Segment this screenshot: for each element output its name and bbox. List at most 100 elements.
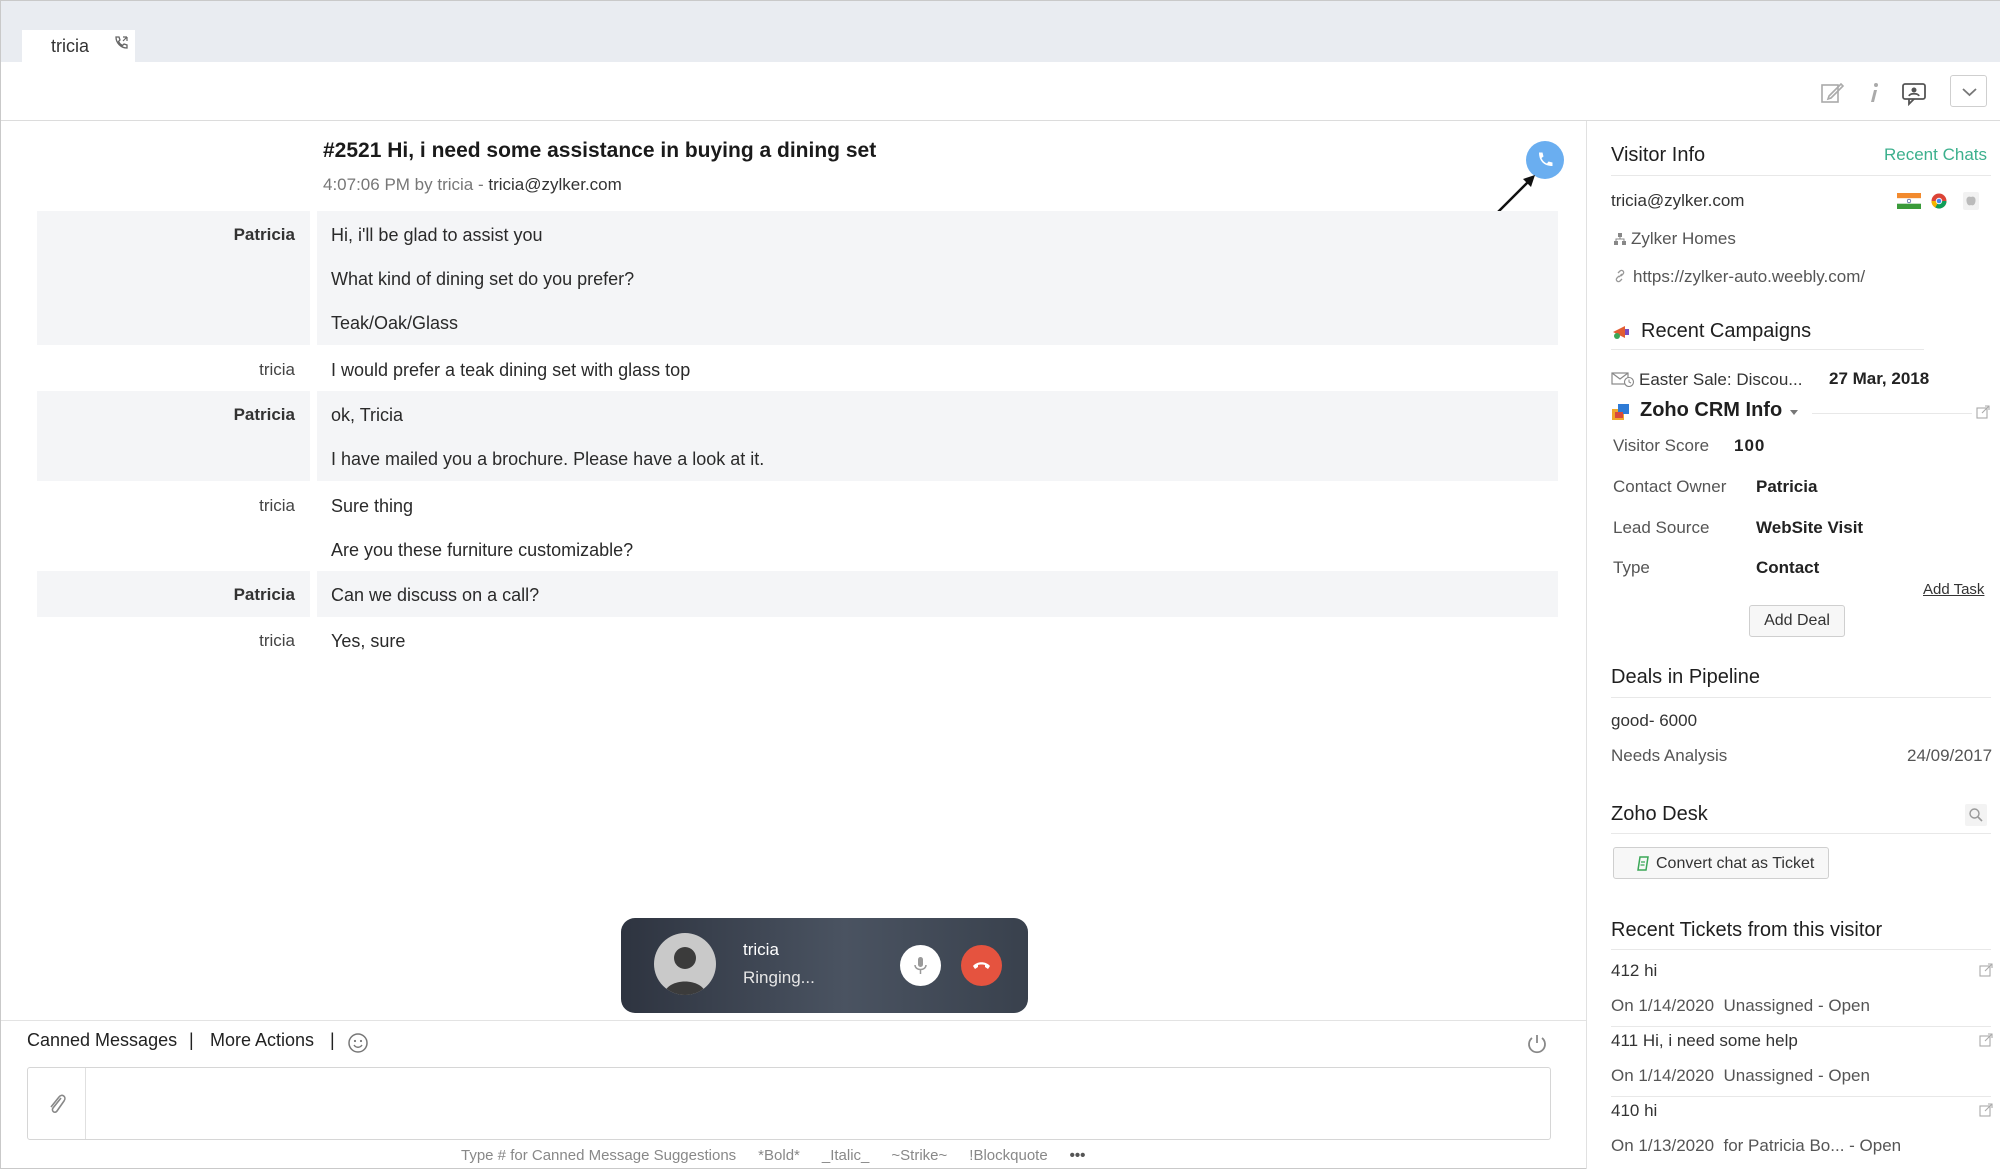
external-edit-icon[interactable] — [1979, 963, 1993, 977]
mute-button[interactable] — [900, 945, 941, 986]
crm-value-type: Contact — [1756, 558, 1820, 577]
call-status: Ringing... — [743, 968, 815, 987]
visitor-info-panel: Visitor Info Recent Chats tricia@zylker.… — [1586, 121, 2000, 1169]
message-composer — [27, 1067, 1551, 1140]
tab-bar: tricia — [1, 1, 2000, 62]
message-group: tricia Sure thing Are you these furnitur… — [37, 482, 1558, 571]
end-call-button[interactable] — [961, 945, 1002, 986]
more-hints-button[interactable]: ••• — [1070, 1147, 1086, 1164]
external-edit-icon[interactable] — [1979, 1103, 1993, 1117]
deals-title: Deals in Pipeline — [1611, 666, 1760, 688]
crm-value-lead-source: WebSite Visit — [1756, 518, 1864, 537]
message-input[interactable] — [88, 1068, 1548, 1139]
chat-meta-time: 4:07:06 PM by tricia - — [323, 175, 489, 194]
ticket-assignee: for Patricia Bo... — [1723, 1136, 1845, 1155]
chrome-icon — [1931, 193, 1947, 209]
apple-os-icon — [1963, 192, 1979, 210]
message-sender: tricia — [259, 631, 295, 650]
chevron-down-icon — [1962, 88, 1977, 97]
search-icon[interactable] — [1965, 804, 1987, 826]
more-options-dropdown[interactable] — [1950, 75, 1987, 107]
desk-title: Zoho Desk — [1611, 803, 1708, 825]
more-actions-button[interactable]: More Actions — [210, 1030, 314, 1051]
ticket-meta: On 1/14/2020 Unassigned - Open — [1611, 996, 1870, 1016]
ticket-status: - Open — [1813, 996, 1870, 1015]
hint-bold: *Bold* — [758, 1147, 800, 1164]
visitor-url[interactable]: https://zylker-auto.weebly.com/ — [1633, 267, 1865, 287]
paperclip-icon — [50, 1094, 66, 1114]
deal-date: 24/09/2017 — [1907, 746, 1993, 765]
ticket-title[interactable]: 410 hi — [1611, 1101, 1657, 1121]
recent-chats-link[interactable]: Recent Chats — [1884, 145, 1987, 165]
message-sender: Patricia — [233, 585, 295, 604]
visitor-info-title: Visitor Info — [1611, 144, 1706, 166]
visitor-email: tricia@zylker.com — [1611, 191, 1745, 210]
attach-button[interactable] — [28, 1068, 86, 1139]
india-flag-icon — [1897, 193, 1921, 209]
chat-toolbar — [1, 62, 2000, 121]
ticket-title[interactable]: 411 Hi, i need some help — [1611, 1031, 1798, 1051]
ticket-status: - Open — [1844, 1136, 1902, 1155]
campaign-date: 27 Mar, 2018 — [1829, 369, 1930, 388]
emoji-icon[interactable] — [347, 1032, 369, 1054]
external-edit-icon[interactable] — [1976, 405, 1990, 419]
ticket-title[interactable]: 412 hi — [1611, 961, 1657, 981]
ticket-assignee: Unassigned — [1723, 996, 1814, 1015]
message-text: Can we discuss on a call? — [331, 585, 540, 605]
ticket-assignee: Unassigned — [1723, 1066, 1814, 1085]
ticket-status: - Open — [1813, 1066, 1870, 1085]
company-icon — [1614, 233, 1626, 245]
person-silhouette-icon — [664, 947, 706, 995]
separator: | — [330, 1030, 335, 1050]
message-text: Are you these furniture customizable? — [331, 540, 634, 560]
crm-label-contact-owner: Contact Owner — [1613, 477, 1727, 496]
chat-transcript: #2521 Hi, i need some assistance in buyi… — [1, 121, 1586, 1020]
add-task-link[interactable]: Add Task — [1923, 581, 1984, 598]
message-text: Yes, sure — [331, 631, 406, 651]
message-sender: Patricia — [233, 225, 295, 244]
crm-value-contact-owner: Patricia — [1756, 477, 1818, 496]
formatting-hints: Type # for Canned Message Suggestions *Bo… — [461, 1147, 1107, 1164]
mail-clock-icon — [1611, 372, 1635, 387]
ticket-date: On 1/13/2020 — [1611, 1136, 1715, 1155]
crm-title[interactable]: Zoho CRM Info — [1640, 399, 1782, 422]
ticket-meta: On 1/14/2020 Unassigned - Open — [1611, 1066, 1870, 1086]
crm-value-visitor-score: 100 — [1734, 436, 1766, 455]
message-text: I would prefer a teak dining set with gl… — [331, 360, 691, 380]
edit-note-icon[interactable] — [1819, 80, 1845, 106]
hint-strike: ~Strike~ — [891, 1147, 948, 1164]
crm-label-type: Type — [1613, 558, 1650, 577]
canned-messages-button[interactable]: Canned Messages — [27, 1030, 177, 1051]
message-sender: tricia — [259, 360, 295, 379]
phone-icon — [1539, 152, 1553, 166]
caret-down-icon[interactable] — [1788, 409, 1800, 417]
tab-tricia[interactable]: tricia — [22, 30, 135, 62]
hint-blockquote: !Blockquote — [969, 1147, 1048, 1164]
campaigns-title: Recent Campaigns — [1641, 320, 1812, 342]
hang-up-icon — [973, 962, 990, 969]
caller-name: tricia — [743, 940, 779, 959]
convert-chat-ticket-button[interactable]: Convert chat as Ticket — [1613, 847, 1829, 879]
call-overlay: tricia Ringing... — [621, 918, 1028, 1013]
deal-name[interactable]: good- 6000 — [1611, 711, 1697, 731]
separator: | — [189, 1030, 194, 1050]
hint-italic: _Italic_ — [821, 1147, 870, 1164]
avatar — [654, 933, 716, 995]
campaign-name[interactable]: Easter Sale: Discou... — [1639, 370, 1802, 390]
tickets-title: Recent Tickets from this visitor — [1611, 919, 1883, 941]
ticket-icon — [1637, 856, 1649, 871]
message-group: Patricia ok, Tricia I have mailed you a … — [37, 391, 1558, 481]
message-sender: tricia — [259, 496, 295, 515]
end-chat-power-icon[interactable] — [1525, 1032, 1549, 1056]
add-deal-button[interactable]: Add Deal — [1749, 605, 1845, 637]
ticket-date: On 1/14/2020 — [1611, 996, 1715, 1015]
message-group: Patricia Can we discuss on a call? — [37, 571, 1558, 617]
crm-icon — [1612, 404, 1629, 420]
tab-label: tricia — [51, 36, 90, 56]
app-window: tricia #2521 Hi, i need some assistance … — [0, 0, 2000, 1169]
campaign-icon — [1613, 326, 1629, 339]
info-icon[interactable] — [1861, 80, 1887, 106]
ticket-meta: On 1/13/2020 for Patricia Bo... - Open — [1611, 1136, 1901, 1156]
external-edit-icon[interactable] — [1979, 1033, 1993, 1047]
transfer-chat-icon[interactable] — [1901, 80, 1927, 106]
